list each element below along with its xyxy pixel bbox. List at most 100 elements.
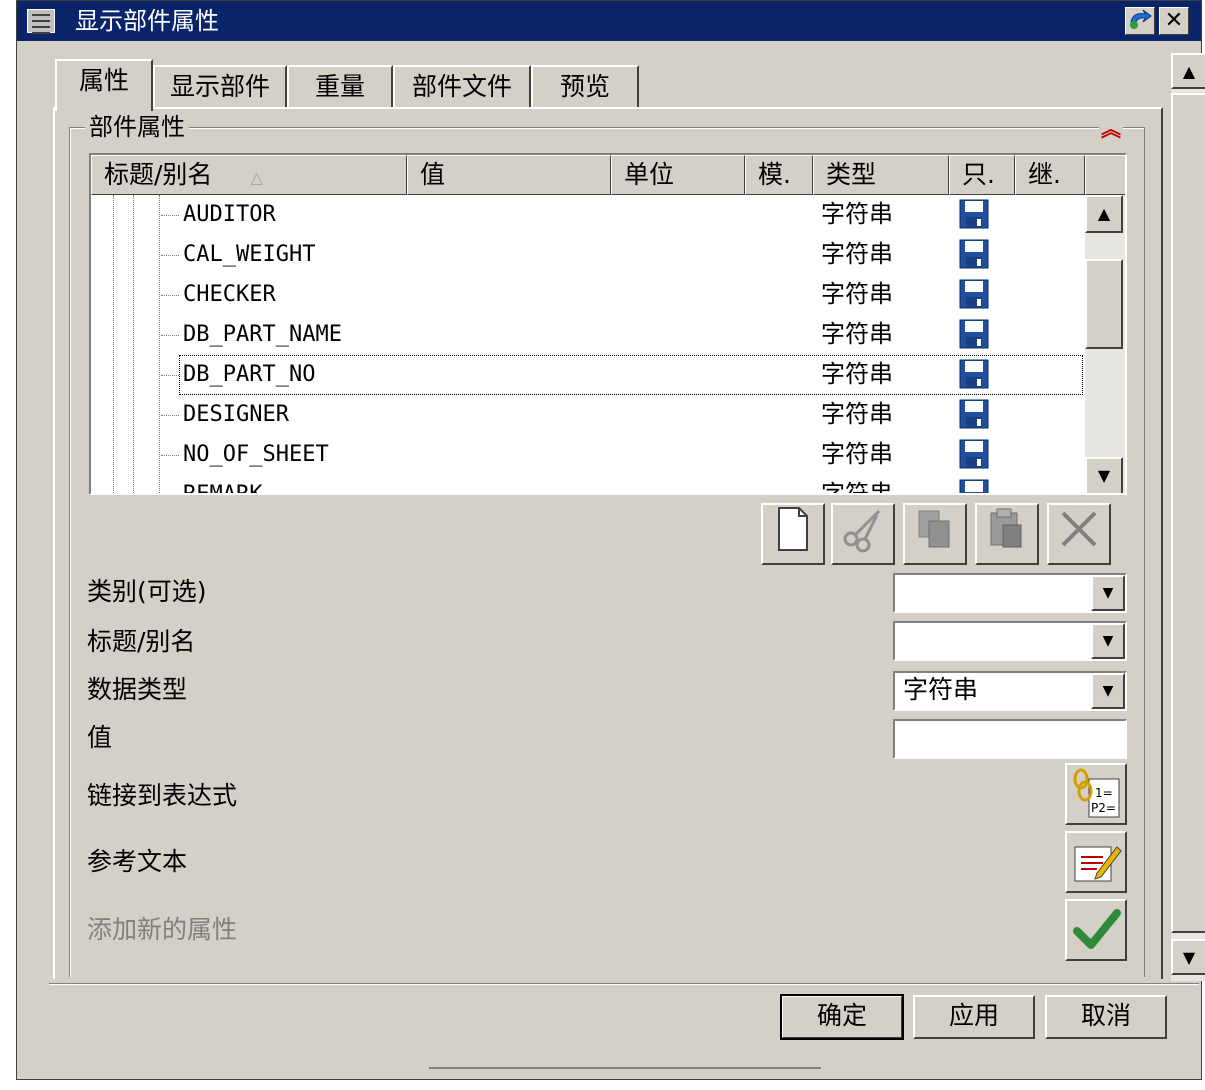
tab-display-part[interactable]: 显示部件	[153, 65, 287, 109]
new-button[interactable]	[761, 503, 825, 565]
tab-preview[interactable]: 预览	[531, 65, 639, 109]
col-header-mode[interactable]: 模.	[745, 155, 813, 195]
delete-x-icon	[1061, 511, 1097, 547]
table-row[interactable]: DESIGNER 字符串	[91, 395, 1085, 435]
value-input[interactable]	[893, 719, 1127, 759]
tree-connector	[161, 295, 179, 296]
link-expression-icon: 1= P2=	[1073, 768, 1120, 818]
scroll-down-button[interactable]: ▼	[1085, 457, 1123, 493]
scroll-up-button[interactable]: ▲	[1085, 195, 1123, 233]
scroll-up-button[interactable]: ▲	[1171, 53, 1205, 89]
table-row[interactable]: REMARK 字符串	[91, 475, 1085, 495]
save-disk-icon	[959, 399, 989, 429]
tab-part-file[interactable]: 部件文件	[393, 65, 531, 109]
edit-document-icon	[1074, 846, 1122, 882]
chevron-down-icon[interactable]: ▼	[1091, 575, 1125, 611]
add-attribute-button[interactable]	[1065, 899, 1127, 961]
close-icon[interactable]: ✕	[1159, 7, 1189, 35]
scissors-icon	[843, 509, 881, 553]
attribute-name: NO_OF_SHEET	[183, 442, 329, 467]
cut-button[interactable]	[831, 503, 895, 565]
attribute-name: DB_PART_NO	[183, 362, 316, 387]
col-header-type[interactable]: 类型	[813, 155, 949, 195]
save-disk-icon	[959, 479, 989, 493]
attribute-name: CAL_WEIGHT	[183, 242, 316, 267]
table-row[interactable]: DB_PART_NAME 字符串	[91, 315, 1085, 355]
attribute-type: 字符串	[821, 320, 893, 348]
col-header-value[interactable]: 值	[407, 155, 611, 195]
table-row[interactable]: DB_PART_NO 字符串	[91, 355, 1085, 395]
save-disk-icon	[959, 359, 989, 389]
category-label: 类别(可选)	[87, 577, 207, 606]
table-scrollbar[interactable]: ▲ ▼	[1085, 195, 1125, 493]
col-header-title[interactable]: 标题/别名 △	[91, 155, 407, 195]
dialog-scrollbar[interactable]: ▲ ▼	[1171, 53, 1205, 981]
collapse-icon[interactable]: ︽	[1099, 117, 1123, 141]
sort-asc-icon: △	[250, 168, 263, 187]
table-row[interactable]: CHECKER 字符串	[91, 275, 1085, 315]
add-attribute-label: 添加新的属性	[87, 915, 238, 944]
value-label: 值	[87, 723, 113, 752]
tree-connector	[161, 375, 179, 376]
reference-text-label: 参考文本	[87, 847, 188, 876]
category-combo[interactable]: ▼	[893, 573, 1127, 613]
table-row[interactable]: NO_OF_SHEET 字符串	[91, 435, 1085, 475]
chevron-down-icon[interactable]: ▼	[1091, 673, 1125, 709]
title-alias-combo[interactable]: ▼	[893, 621, 1127, 661]
delete-button[interactable]	[1047, 503, 1111, 565]
svg-text:P2=: P2=	[1091, 801, 1116, 815]
separator	[49, 983, 1199, 985]
attribute-type: 字符串	[821, 200, 893, 228]
tab-properties[interactable]: 属性	[55, 59, 153, 111]
attribute-type: 字符串	[821, 240, 893, 268]
attribute-type: 字符串	[821, 360, 893, 388]
paste-icon	[990, 508, 1022, 548]
tab-weight[interactable]: 重量	[287, 65, 393, 109]
col-header-filler	[1085, 155, 1125, 195]
attribute-type: 字符串	[821, 400, 893, 428]
tree-connector	[161, 415, 179, 416]
tree-connector	[161, 335, 179, 336]
col-header-readonly[interactable]: 只.	[949, 155, 1015, 195]
apply-button[interactable]: 应用	[913, 995, 1035, 1039]
tree-connector	[161, 215, 179, 216]
save-disk-icon	[959, 279, 989, 309]
attribute-type: 字符串	[821, 480, 893, 495]
menu-icon[interactable]	[27, 9, 55, 34]
tree-connector	[161, 255, 179, 256]
restore-icon[interactable]	[1125, 7, 1155, 35]
scroll-thumb[interactable]	[1171, 93, 1205, 933]
datatype-combo[interactable]: 字符串 ▼	[893, 671, 1127, 711]
new-document-icon	[778, 507, 808, 551]
attributes-table: 标题/别名 △ 值 单位 模. 类型 只. 继. AUDITOR 字符串 CAL_WE…	[89, 153, 1127, 495]
resize-grip[interactable]	[429, 1067, 821, 1069]
svg-text:1=: 1=	[1095, 786, 1113, 800]
copy-button[interactable]	[903, 503, 967, 565]
attribute-name: DESIGNER	[183, 402, 289, 427]
checkmark-icon	[1073, 909, 1121, 949]
link-expression-label: 链接到表达式	[87, 781, 238, 810]
attribute-type: 字符串	[821, 440, 893, 468]
reference-text-button[interactable]	[1065, 831, 1127, 893]
paste-button[interactable]	[975, 503, 1039, 565]
chevron-down-icon[interactable]: ▼	[1091, 623, 1125, 659]
copy-icon	[918, 510, 950, 548]
table-row[interactable]: AUDITOR 字符串	[91, 195, 1085, 235]
window-title: 显示部件属性	[75, 7, 219, 35]
tree-connector	[161, 455, 179, 456]
table-row[interactable]: CAL_WEIGHT 字符串	[91, 235, 1085, 275]
group-label: 部件属性	[85, 111, 189, 143]
dialog-window: 显示部件属性 ✕ 属性 显示部件 重量 部件文件 预览 部件属性 ︽ 标题/别名…	[16, 0, 1205, 1080]
link-expression-button[interactable]: 1= P2=	[1065, 763, 1127, 825]
scroll-down-button[interactable]: ▼	[1171, 939, 1205, 975]
scroll-thumb[interactable]	[1085, 259, 1123, 349]
cancel-button[interactable]: 取消	[1045, 995, 1167, 1039]
col-header-inherit[interactable]: 继.	[1015, 155, 1085, 195]
attribute-type: 字符串	[821, 280, 893, 308]
save-disk-icon	[959, 239, 989, 269]
title-bar: 显示部件属性 ✕	[17, 1, 1201, 41]
attribute-name: AUDITOR	[183, 202, 276, 227]
col-header-unit[interactable]: 单位	[611, 155, 745, 195]
attribute-name: DB_PART_NAME	[183, 322, 342, 347]
ok-button[interactable]: 确定	[780, 994, 904, 1040]
